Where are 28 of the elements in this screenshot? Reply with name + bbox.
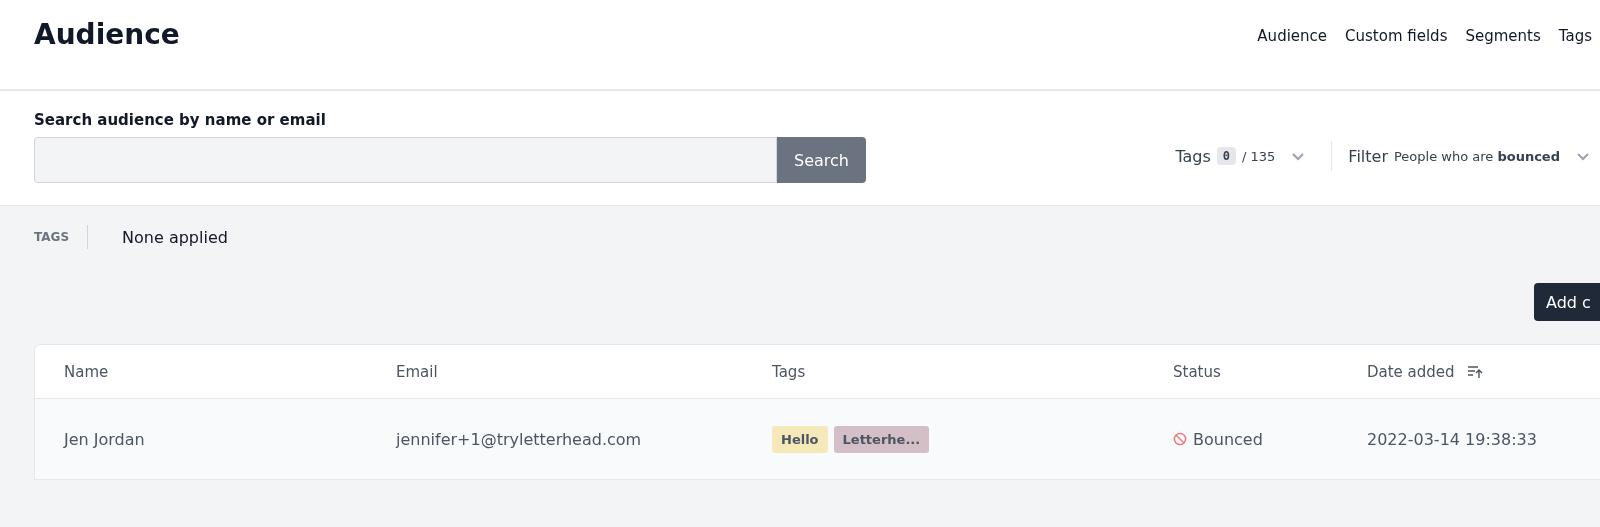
status-text: Bounced <box>1193 429 1263 449</box>
column-header[interactable]: Name <box>64 362 109 381</box>
add-button[interactable]: Add c <box>1534 283 1600 321</box>
sort-icon[interactable] <box>1466 364 1483 379</box>
tags-dropdown[interactable]: Tags 0 / 135 <box>1175 146 1316 166</box>
table-cell: 2022-03-14 19:38:33 <box>1367 429 1537 449</box>
table-cell: Jen Jordan <box>64 429 145 449</box>
search-button[interactable]: Search <box>777 137 866 183</box>
column-header[interactable]: Date added <box>1367 362 1455 381</box>
nav-link[interactable]: Tags <box>1558 26 1592 45</box>
tag: Letterhe... <box>833 425 930 453</box>
column-header[interactable]: Email <box>396 362 438 381</box>
search-label: Search audience by name or email <box>34 111 327 129</box>
nav-link[interactable]: Custom fields <box>1345 26 1448 45</box>
nav-link[interactable]: Audience <box>1257 26 1328 45</box>
column-header[interactable]: Tags <box>772 362 806 381</box>
search-field[interactable] <box>34 137 777 183</box>
chevron-down-icon <box>1291 151 1306 161</box>
blocked-icon <box>1173 432 1187 446</box>
page-title: Audience <box>34 18 180 51</box>
table-cell: jennifer+1@tryletterhead.com <box>396 429 642 449</box>
column-header[interactable]: Status <box>1173 362 1221 381</box>
filter-dropdown[interactable]: Filter People who are bounced <box>1348 146 1600 166</box>
nav-link[interactable]: Segments <box>1465 26 1541 45</box>
tag: Hello <box>772 425 828 453</box>
applied-tags-text: None applied <box>122 227 228 247</box>
chevron-down-icon <box>1576 151 1590 161</box>
tags-label: TAGS <box>34 225 89 249</box>
